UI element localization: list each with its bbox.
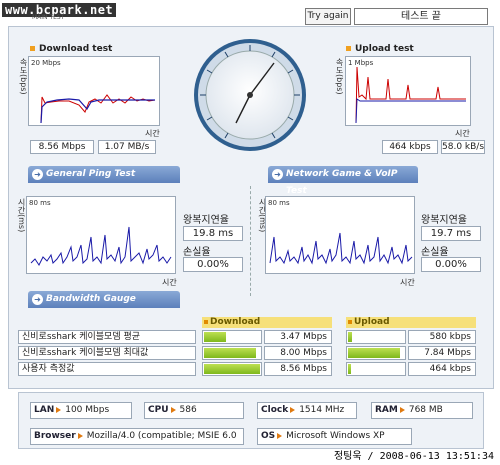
browser-info: Browser Mozilla/4.0 (compatible; MSIE 6.0 xyxy=(30,428,244,445)
ram-info: RAM 768 MB xyxy=(371,402,473,419)
ping-loss-label: 손실율 xyxy=(183,247,211,258)
arrow-right-icon: ➜ xyxy=(272,169,283,180)
download-graph-lines xyxy=(40,94,156,124)
download-value: 8.56 Mbps xyxy=(264,362,332,376)
upload-bar-fill xyxy=(348,332,352,342)
upload-value: 7.84 Mbps xyxy=(408,346,476,360)
upload-speed: 464 kbps xyxy=(382,140,438,154)
ping-rtt-label: 왕복지연율 xyxy=(183,215,229,226)
game-rtt-label: 왕복지연율 xyxy=(421,215,467,226)
upload-bar-fill xyxy=(348,364,351,374)
download-bar xyxy=(202,330,262,344)
upload-bar-fill xyxy=(348,348,400,358)
upload-bar xyxy=(346,330,406,344)
lan-info: LAN 100 Mbps xyxy=(30,402,132,419)
arrow-right-icon: ➜ xyxy=(32,169,43,180)
download-bar-fill xyxy=(204,332,226,342)
game-graph: 80 ms xyxy=(265,196,415,274)
ping-loss-value: 0.00% xyxy=(183,257,243,272)
ping-graph-line xyxy=(30,226,172,266)
main-test-tab: MAIN TEST xyxy=(32,14,65,21)
tab-network-game[interactable]: ➜ Network Game & VoIP Test xyxy=(268,166,418,196)
game-rtt-value: 19.7 ms xyxy=(421,226,481,241)
download-title: Download test xyxy=(30,44,112,54)
download-bar xyxy=(202,362,262,376)
upload-graph: 1 Mbps xyxy=(345,56,471,126)
ping-xlabel: 시간 xyxy=(162,278,177,287)
cpu-info: CPU 586 xyxy=(144,402,244,419)
game-xlabel: 시간 xyxy=(400,278,415,287)
try-again-button[interactable]: Try again xyxy=(305,8,351,25)
download-speed: 8.56 Mbps xyxy=(30,140,94,154)
upload-xlabel: 시간 xyxy=(455,129,470,138)
ping-graph: 80 ms xyxy=(26,196,176,274)
download-bar-fill xyxy=(204,364,260,374)
tab-general-ping[interactable]: ➜ General Ping Test xyxy=(28,166,180,183)
download-graph: 20 Mbps xyxy=(28,56,160,126)
triangle-right-icon xyxy=(170,406,176,413)
download-bar xyxy=(202,346,262,360)
section-divider xyxy=(250,186,251,296)
os-info: OS Microsoft Windows XP xyxy=(257,428,412,445)
game-graph-line xyxy=(269,232,413,265)
game-loss-value: 0.00% xyxy=(421,257,481,272)
download-value: 3.47 Mbps xyxy=(264,330,332,344)
arrow-right-icon: ➜ xyxy=(32,294,43,305)
game-loss-label: 손실율 xyxy=(421,247,449,258)
triangle-right-icon xyxy=(399,406,405,413)
download-bar-fill xyxy=(204,348,256,358)
clock-info: Clock 1514 MHz xyxy=(257,402,357,419)
bandwidth-upload-header: Upload xyxy=(346,317,476,328)
download-xlabel: 시간 xyxy=(145,129,160,138)
triangle-right-icon xyxy=(77,432,83,439)
upload-bar xyxy=(346,362,406,376)
download-rate: 1.07 MB/s xyxy=(98,140,156,154)
ping-rtt-value: 19.8 ms xyxy=(183,226,243,241)
bandwidth-row-label: 사용자 측정값 xyxy=(18,362,196,376)
bandwidth-download-header: Download xyxy=(202,317,332,328)
triangle-right-icon xyxy=(290,406,296,413)
bandwidth-row-label: 신비로sshark 케이블모뎀 최대값 xyxy=(18,346,196,360)
bandwidth-row-label: 신비로sshark 케이블모뎀 평균 xyxy=(18,330,196,344)
upload-value: 580 kbps xyxy=(408,330,476,344)
speed-gauge xyxy=(194,39,306,151)
upload-ylabel: 속도(bps) xyxy=(335,58,344,95)
upload-title: Upload test xyxy=(346,44,414,54)
download-value: 8.00 Mbps xyxy=(264,346,332,360)
footer-timestamp: 정팅욱 / 2008-06-13 13:51:34 xyxy=(333,451,494,462)
triangle-right-icon xyxy=(56,406,62,413)
upload-graph-lines xyxy=(355,66,466,124)
upload-rate: 58.0 kB/s xyxy=(441,140,485,154)
test-status: 테스트 끝 xyxy=(354,8,488,25)
upload-value: 464 kbps xyxy=(408,362,476,376)
triangle-right-icon xyxy=(277,432,283,439)
upload-bar xyxy=(346,346,406,360)
tab-bandwidth-gauge[interactable]: ➜ Bandwidth Gauge xyxy=(28,291,180,308)
